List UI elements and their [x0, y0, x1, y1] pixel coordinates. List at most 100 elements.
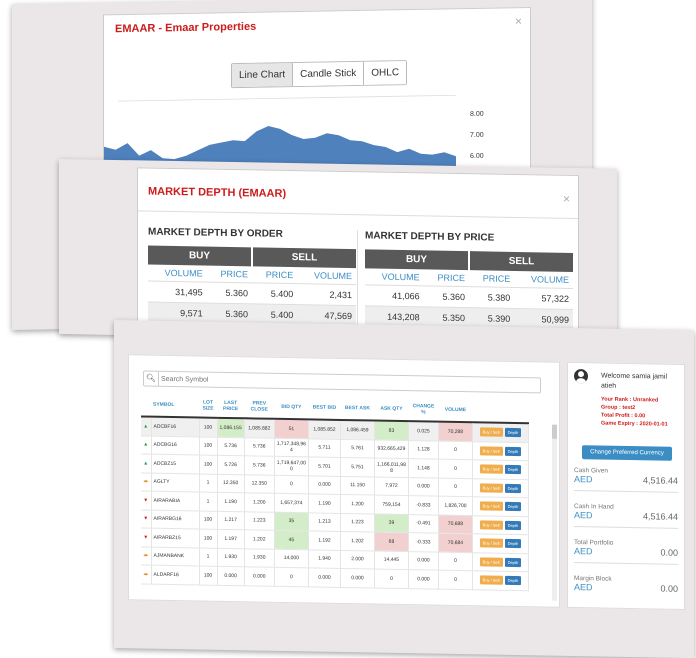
col-header: LOT SIZE	[199, 394, 217, 418]
chart-modal: EMAAR - Emaar Properties × Line Chart Ca…	[103, 6, 531, 177]
lot-size-cell: 100	[199, 565, 217, 585]
ask-qty-cell: 68	[374, 532, 409, 552]
change-cell: 0.025	[408, 421, 439, 441]
tab-candle-stick[interactable]: Candle Stick	[293, 61, 365, 87]
col-header: BID QTY	[274, 395, 309, 420]
col-header: BEST BID	[308, 396, 341, 420]
depth-button[interactable]: Depth	[504, 557, 522, 567]
last-price-cell: 1.190	[217, 492, 245, 512]
symbol-cell[interactable]: AIRARABIA	[151, 491, 199, 511]
last-price-cell: 1,086.155	[217, 417, 245, 438]
lot-size-cell: 1	[199, 473, 217, 493]
depth-window: MARKET DEPTH (EMAAR) × MARKET DEPTH BY O…	[59, 159, 617, 344]
actions-cell: Buy / Sell Depth	[472, 459, 529, 480]
cell: 5.400	[251, 282, 298, 305]
prev-close-cell: 1,085.882	[244, 418, 275, 438]
buy-sell-header: BUY SELL	[148, 245, 356, 269]
symbol-cell[interactable]: AIRARBG16	[151, 509, 199, 529]
depth-button[interactable]: Depth	[504, 576, 522, 586]
symbol-cell[interactable]: ALDARF16	[151, 565, 199, 585]
down-arrow-icon: ▼	[143, 497, 149, 504]
trend-arrow-icon: ▲	[141, 416, 151, 436]
buy-sell-button[interactable]: Buy / Sell	[479, 557, 503, 567]
symbol-cell[interactable]: AJMANBANK	[151, 546, 199, 566]
symbol-cell[interactable]: ADCBF16	[151, 416, 199, 437]
bid-qty-cell: 45	[274, 530, 309, 550]
col-header: PRICE	[206, 265, 252, 283]
actions-cell: Buy / Sell Depth	[472, 441, 529, 461]
symbol-cell[interactable]: AIRARBZ15	[151, 528, 199, 548]
depth-button[interactable]: Depth	[504, 428, 522, 438]
buy-sell-button[interactable]: Buy / Sell	[479, 501, 503, 512]
up-arrow-icon: ▲	[143, 460, 149, 467]
buy-sell-button[interactable]: Buy / Sell	[479, 446, 503, 456]
tab-ohlc[interactable]: OHLC	[364, 61, 407, 85]
lot-size-cell: 100	[199, 417, 217, 437]
best-ask-cell: 5.751	[340, 457, 375, 477]
trend-arrow-icon: ◂▸	[141, 472, 151, 492]
best-ask-cell: 5.761	[340, 438, 375, 459]
tab-line-chart[interactable]: Line Chart	[232, 63, 294, 88]
buy-sell-button[interactable]: Buy / Sell	[479, 427, 503, 438]
best-bid-cell: 1.213	[308, 512, 341, 532]
buy-sell-button[interactable]: Buy / Sell	[479, 520, 503, 530]
prev-close-cell: 5.736	[244, 455, 275, 475]
depth-by-order-heading: MARKET DEPTH BY ORDER	[148, 226, 283, 240]
best-ask-cell: 1.200	[340, 494, 375, 514]
cell: 31,495	[148, 281, 207, 304]
chart-modal-title: EMAAR - Emaar Properties	[115, 20, 257, 36]
bid-qty-cell: 14,000	[274, 548, 309, 568]
symbol-cell[interactable]: AGLTY	[151, 472, 199, 492]
depth-button[interactable]: Depth	[504, 483, 522, 493]
last-price-cell: 12.350	[217, 473, 245, 493]
chart-top-line	[118, 94, 456, 102]
search-input[interactable]	[161, 371, 531, 393]
sell-header: SELL	[253, 247, 356, 269]
close-icon[interactable]: ×	[515, 14, 522, 28]
actions-cell: Buy / Sell Depth	[472, 552, 529, 572]
volume-cell: 1,826,700	[438, 496, 473, 516]
trend-arrow-icon: ▲	[141, 435, 151, 455]
buy-sell-button[interactable]: Buy / Sell	[479, 575, 503, 586]
depth-button[interactable]: Depth	[504, 539, 522, 549]
welcome-text: Welcome samia jamil atieh	[601, 372, 667, 390]
bid-qty-cell: 51	[274, 418, 309, 439]
account-sidebar: Welcome samia jamil atieh Your Rank : Un…	[567, 361, 685, 610]
ask-qty-cell: 83	[374, 420, 409, 441]
actions-cell: Buy / Sell Depth	[472, 496, 529, 517]
volume-cell: 0	[438, 551, 473, 571]
down-arrow-icon: ▼	[143, 515, 149, 522]
last-price-cell: 0.000	[217, 566, 245, 586]
search-icon[interactable]: 🔍︎	[144, 371, 159, 386]
bid-qty-cell: 1,657,374	[274, 493, 309, 513]
prev-close-cell: 5.736	[244, 437, 275, 457]
buy-sell-button[interactable]: Buy / Sell	[479, 464, 503, 475]
change-currency-button[interactable]: Change Preferred Currency	[582, 445, 672, 461]
best-ask-cell: 0.000	[340, 568, 375, 588]
search-bar: 🔍︎	[143, 370, 541, 394]
volume-cell: 70,684	[438, 533, 473, 553]
col-header: PRICE	[468, 270, 515, 288]
down-arrow-icon: ▼	[143, 534, 149, 541]
depth-button[interactable]: Depth	[504, 502, 522, 512]
flat-arrow-icon: ◂▸	[143, 571, 149, 578]
depth-button[interactable]: Depth	[504, 446, 522, 456]
depth-button[interactable]: Depth	[504, 465, 522, 475]
market-watch-panel: 🔍︎ SYMBOLLOT SIZELAST PRICEPREV CLOSEBID…	[128, 354, 560, 608]
scrollbar-thumb[interactable]	[552, 424, 557, 439]
buy-sell-button[interactable]: Buy / Sell	[479, 538, 503, 549]
change-cell: 0.000	[408, 551, 439, 571]
volume-cell: 0	[438, 477, 473, 497]
close-icon[interactable]: ×	[563, 192, 570, 206]
best-bid-cell: 0.000	[308, 475, 341, 495]
buy-sell-button[interactable]: Buy / Sell	[479, 483, 503, 493]
symbol-cell[interactable]: ADCBZ15	[151, 454, 199, 474]
y-tick-label: 8.00	[470, 111, 484, 118]
depth-by-price: MARKET DEPTH BY PRICE BUY SELL VOLUME PR…	[365, 230, 573, 331]
cell: 41,066	[365, 284, 424, 307]
scrollbar[interactable]	[552, 424, 557, 601]
depth-button[interactable]: Depth	[504, 520, 522, 530]
lot-size-cell: 100	[199, 436, 217, 456]
symbol-cell[interactable]: ADCBG16	[151, 435, 199, 455]
col-header: CHANGE %	[408, 398, 439, 422]
